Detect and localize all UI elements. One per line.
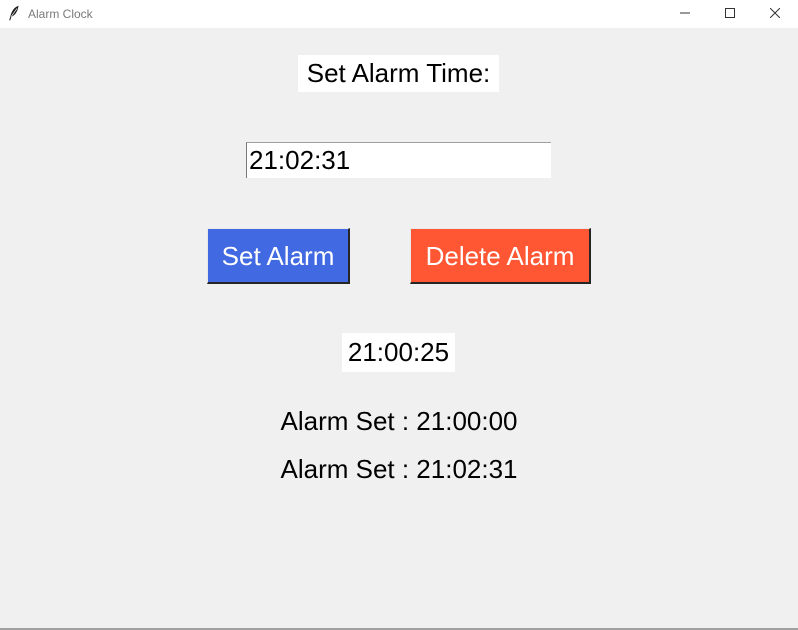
minimize-button[interactable] <box>662 0 708 28</box>
window-titlebar[interactable]: Alarm Clock <box>0 0 798 28</box>
alarm-list-item: Alarm Set : 21:00:00 <box>280 406 518 436</box>
maximize-icon <box>725 5 735 23</box>
minimize-icon <box>680 5 690 23</box>
maximize-button[interactable] <box>707 0 753 28</box>
delete-alarm-button[interactable]: Delete Alarm <box>410 228 591 284</box>
alarm-list: Alarm Set : 21:00:00 Alarm Set : 21:02:3… <box>0 400 798 496</box>
feather-icon <box>8 5 20 21</box>
set-alarm-heading: Set Alarm Time: <box>298 55 499 92</box>
set-alarm-button[interactable]: Set Alarm <box>207 228 350 284</box>
close-icon <box>769 5 781 23</box>
alarm-list-item: Alarm Set : 21:02:31 <box>280 454 518 484</box>
close-button[interactable] <box>752 0 798 28</box>
window-title: Alarm Clock <box>28 7 93 21</box>
current-time-display: 21:00:25 <box>342 333 455 372</box>
alarm-time-input[interactable] <box>246 142 551 178</box>
